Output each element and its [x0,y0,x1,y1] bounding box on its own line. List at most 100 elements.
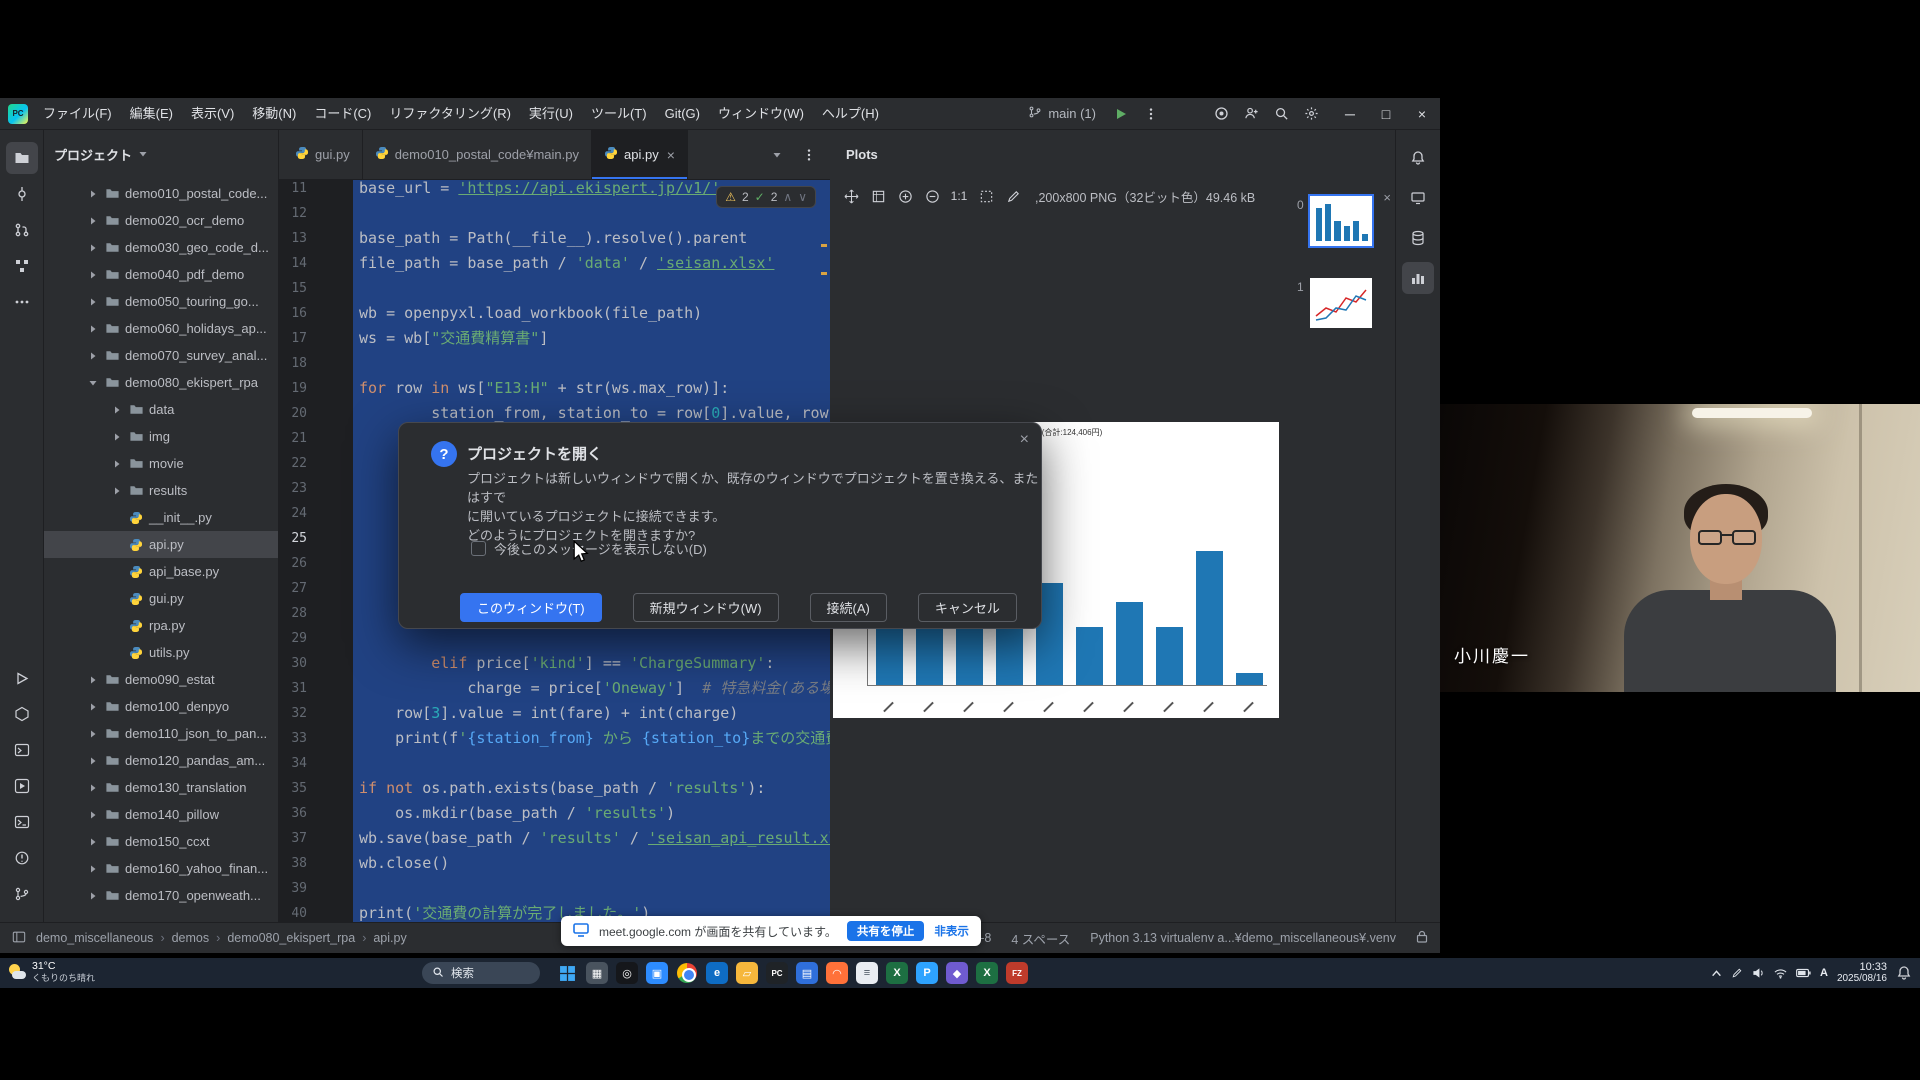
start-icon[interactable] [556,962,578,984]
tree-item-demo120_pandas_am...[interactable]: demo120_pandas_am... [44,747,278,774]
chrome-icon[interactable] [676,962,698,984]
code-line[interactable]: 29 [279,626,830,651]
obs-icon[interactable]: ◎ [616,962,638,984]
notepad-icon[interactable]: ≡ [856,962,878,984]
close-tab-icon[interactable]: × [667,147,675,163]
tree-item-demo080_ekispert_rpa[interactable]: demo080_ekispert_rpa [44,369,278,396]
minimize-button[interactable]: ─ [1332,98,1368,130]
menu-item-ファイル(F)[interactable]: ファイル(F) [34,98,121,130]
chevron-right-icon[interactable] [84,756,102,766]
prev-issue-icon[interactable]: ∧ [783,190,792,204]
code-line[interactable]: 36 os.mkdir(base_path / 'results') [279,801,830,826]
tree-item-demo100_denpyo[interactable]: demo100_denpyo [44,693,278,720]
menu-item-移動(N)[interactable]: 移動(N) [243,98,305,130]
edge-icon[interactable]: e [706,962,728,984]
chevron-right-icon[interactable] [84,864,102,874]
menu-item-ヘルプ(H)[interactable]: ヘルプ(H) [813,98,888,130]
dont-show-again-checkbox[interactable] [471,541,486,556]
commit-icon[interactable] [6,178,38,210]
code-line[interactable]: 13base_path = Path(__file__).resolve().p… [279,226,830,251]
excel2-icon[interactable]: X [976,962,998,984]
project-panel-header[interactable]: プロジェクト [44,130,278,178]
tab-demo010_postal_code¥main.py[interactable]: demo010_postal_code¥main.py [363,130,592,179]
chevron-right-icon[interactable] [84,216,102,226]
project-icon[interactable] [6,142,38,174]
tree-item-demo050_touring_go...[interactable]: demo050_touring_go... [44,288,278,315]
sciview-icon[interactable] [1402,182,1434,214]
code-line[interactable]: 34 [279,751,830,776]
plot-thumbnail-0[interactable] [1310,196,1372,246]
notifications-icon[interactable] [1896,965,1912,981]
notifications-icon[interactable] [1402,142,1434,174]
menu-item-表示(V)[interactable]: 表示(V) [182,98,243,130]
tab-gui.py[interactable]: gui.py [283,130,363,179]
tree-item-demo150_ccxt[interactable]: demo150_ccxt [44,828,278,855]
close-thumbnail-icon[interactable]: × [1383,190,1391,205]
chevron-down-icon[interactable] [84,378,102,388]
tree-item-movie[interactable]: movie [44,450,278,477]
chevron-right-icon[interactable] [84,810,102,820]
chevron-right-icon[interactable] [84,189,102,199]
menu-item-Git(G)[interactable]: Git(G) [656,98,709,130]
code-line[interactable]: 16wb = openpyxl.load_workbook(file_path) [279,301,830,326]
chevron-right-icon[interactable] [84,702,102,712]
tree-item-demo030_geo_code_d...[interactable]: demo030_geo_code_d... [44,234,278,261]
battery-icon[interactable] [1796,968,1811,978]
services-icon[interactable] [6,770,38,802]
tree-item-demo070_survey_anal...[interactable]: demo070_survey_anal... [44,342,278,369]
tree-item-demo020_ocr_demo[interactable]: demo020_ocr_demo [44,207,278,234]
tree-item-demo110_json_to_pan...[interactable]: demo110_json_to_pan... [44,720,278,747]
code-line[interactable]: 39 [279,876,830,901]
status-item[interactable]: Python 3.13 virtualenv a...¥demo_miscell… [1090,931,1396,945]
tree-item-data[interactable]: data [44,396,278,423]
selection-icon[interactable] [973,184,999,208]
error-stripe-mark[interactable] [821,244,827,247]
plots-panel-header[interactable]: Plots [830,130,1395,178]
tree-item-utils.py[interactable]: utils.py [44,639,278,666]
dialog-button-このウィンドウ(T)[interactable]: このウィンドウ(T) [460,593,602,622]
close-icon[interactable]: × [1020,431,1029,449]
ime-indicator[interactable]: A [1820,967,1828,979]
pen-icon[interactable] [1731,967,1743,979]
chevron-right-icon[interactable] [108,432,126,442]
frame-icon[interactable] [865,184,891,208]
chevron-right-icon[interactable] [84,351,102,361]
app-blue-icon[interactable]: ▤ [796,962,818,984]
more-vertical-icon[interactable] [1136,101,1166,127]
settings-icon[interactable] [1296,101,1326,127]
database-icon[interactable] [1402,222,1434,254]
tree-item-api.py[interactable]: api.py [44,531,278,558]
tree-item-demo130_translation[interactable]: demo130_translation [44,774,278,801]
python-packages-icon[interactable] [6,698,38,730]
explorer-icon[interactable]: ▱ [736,962,758,984]
more-icon[interactable] [6,286,38,318]
tree-item-demo010_postal_code...[interactable]: demo010_postal_code... [44,180,278,207]
pull-requests-icon[interactable] [6,214,38,246]
tree-item-rpa.py[interactable]: rpa.py [44,612,278,639]
menu-item-ウィンドウ(W)[interactable]: ウィンドウ(W) [709,98,813,130]
breadcrumb-demo_miscellaneous[interactable]: demo_miscellaneous [36,931,153,945]
plot-thumbnail-1[interactable] [1310,278,1372,328]
tree-item-img[interactable]: img [44,423,278,450]
weather-widget[interactable]: 31°C くもりのち晴れ [8,960,95,984]
paint-icon[interactable]: P [916,962,938,984]
code-line[interactable]: 19for row in ws["E13:H" + str(ws.max_row… [279,376,830,401]
more-vertical-icon[interactable] [794,142,824,168]
chevron-right-icon[interactable] [84,270,102,280]
pycharm-icon[interactable]: PC [766,962,788,984]
error-stripe-mark[interactable] [821,272,827,275]
code-line[interactable]: 18 [279,351,830,376]
chevron-right-icon[interactable] [108,459,126,469]
python-console-icon[interactable] [6,734,38,766]
code-line[interactable]: 38wb.close() [279,851,830,876]
menu-item-ツール(T)[interactable]: ツール(T) [582,98,656,130]
tree-item-results[interactable]: results [44,477,278,504]
layout-icon[interactable] [12,930,26,947]
menu-item-コード(C)[interactable]: コード(C) [305,98,380,130]
search-icon[interactable] [1266,101,1296,127]
close-button[interactable]: × [1404,98,1440,130]
tree-item-demo140_pillow[interactable]: demo140_pillow [44,801,278,828]
code-line[interactable]: 33 print(f'{station_from} から {station_to… [279,726,830,751]
chevron-right-icon[interactable] [84,729,102,739]
record-icon[interactable] [1206,101,1236,127]
